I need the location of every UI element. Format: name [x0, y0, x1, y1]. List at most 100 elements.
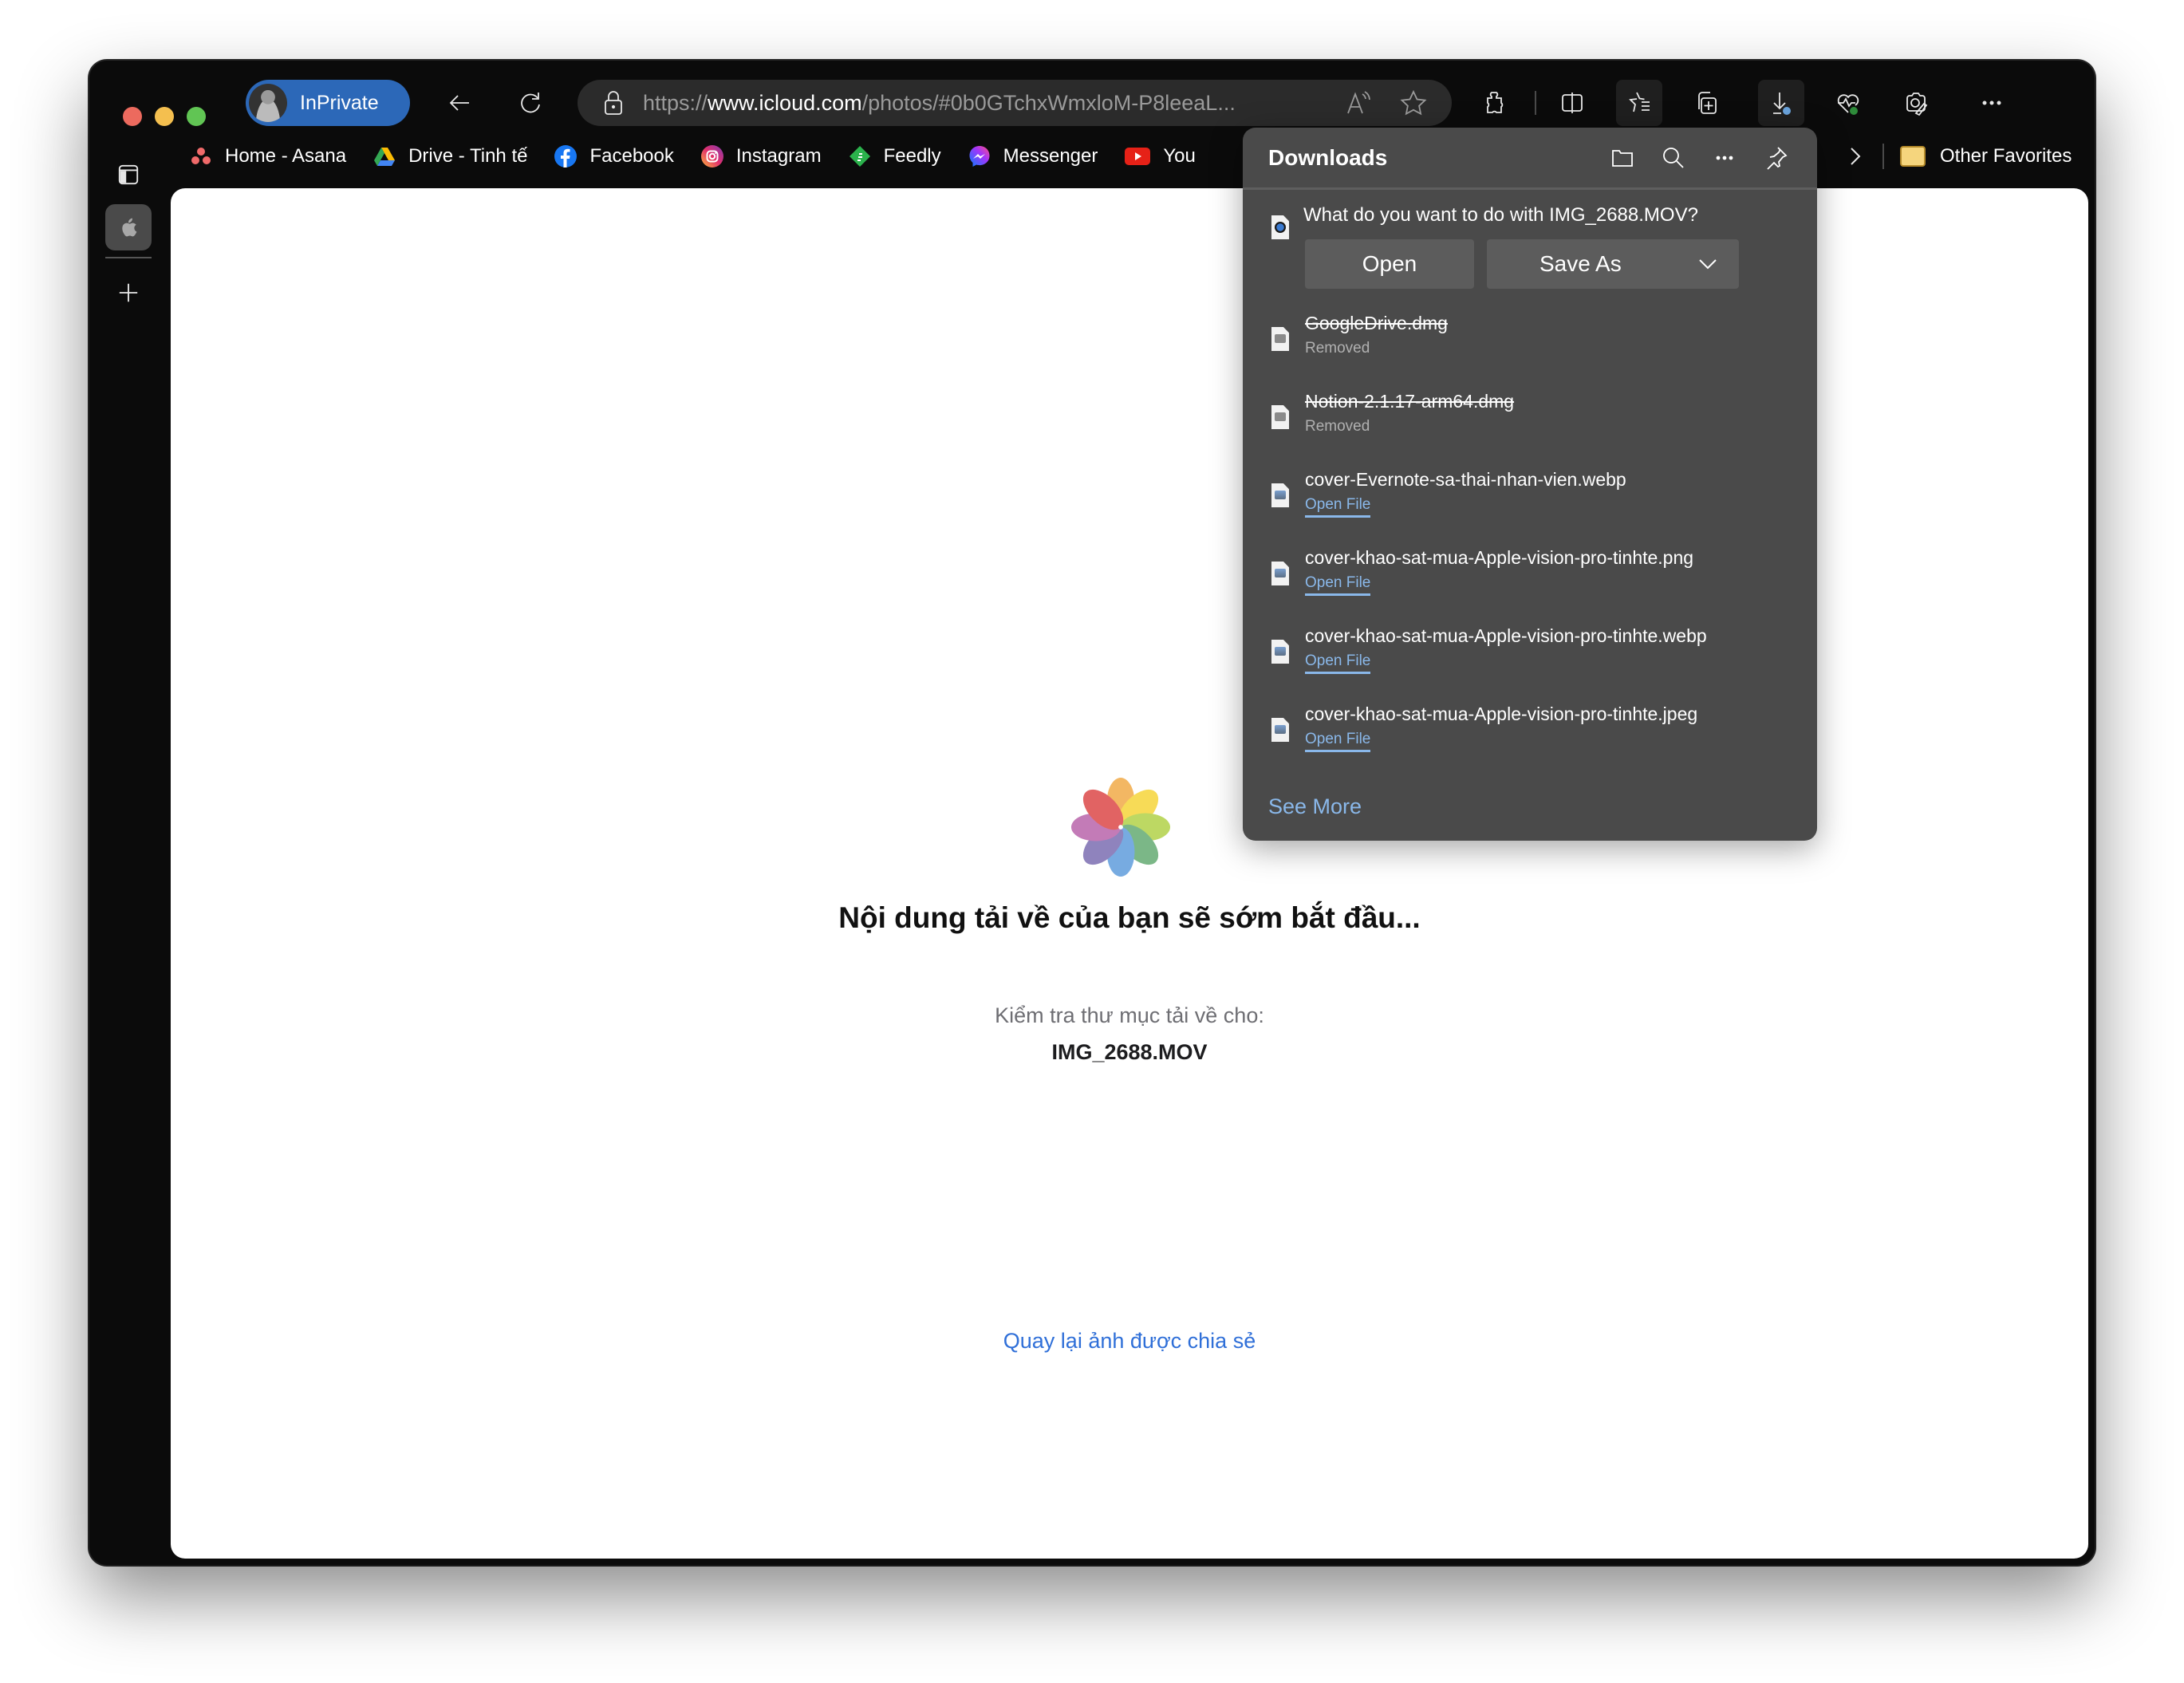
save-as-label: Save As: [1539, 251, 1622, 276]
inprivate-profile-button[interactable]: InPrivate: [246, 80, 410, 126]
back-button[interactable]: [437, 80, 483, 126]
address-bar[interactable]: https://www.icloud.com/photos/#0b0GTchxW…: [578, 80, 1452, 126]
edge-drop-button[interactable]: [1892, 80, 1938, 126]
other-favorites-folder[interactable]: Other Favorites: [1900, 137, 2072, 175]
lock-icon: [605, 91, 622, 115]
tab-actions-button[interactable]: [105, 152, 152, 198]
bookmark-label: Drive - Tinh tế: [408, 145, 528, 167]
open-button[interactable]: Open: [1305, 239, 1474, 289]
save-as-button[interactable]: Save As: [1487, 239, 1739, 289]
back-to-shared-photos-link[interactable]: Quay lại ảnh được chia sẻ: [171, 1329, 2088, 1354]
bookmark-label: Facebook: [589, 145, 674, 167]
mov-file-icon: [1271, 215, 1289, 239]
bookmark-label: Feedly: [883, 145, 941, 167]
extensions-button[interactable]: [1472, 80, 1519, 126]
read-aloud-icon[interactable]: [1345, 89, 1374, 116]
facebook-icon: [554, 145, 578, 168]
back-icon: [449, 95, 469, 111]
downloads-button[interactable]: [1758, 80, 1804, 126]
search-icon: [1663, 148, 1684, 168]
download-filename: GoogleDrive.dmg: [1305, 313, 1448, 333]
photos-app-icon: [1070, 777, 1171, 877]
image-file-icon: [1271, 718, 1289, 742]
zoom-window-button[interactable]: [187, 107, 206, 126]
back-link-label[interactable]: Quay lại ảnh được chia sẻ: [1003, 1329, 1256, 1353]
bookmark-facebook[interactable]: Facebook: [554, 145, 674, 168]
downloads-more-button[interactable]: [1709, 142, 1740, 174]
download-status: Removed: [1305, 418, 1370, 435]
download-filename: IMG_2688.MOV: [1051, 1040, 1208, 1064]
youtube-icon: [1125, 148, 1151, 165]
downloads-header: Downloads: [1243, 128, 1817, 190]
bookmarks-overflow-chevron-icon[interactable]: [1843, 144, 1867, 169]
chevron-down-icon[interactable]: [1697, 257, 1718, 271]
toolbar-divider: [1535, 91, 1536, 115]
bookmark-label: Home - Asana: [225, 145, 347, 167]
profile-avatar-icon: [249, 84, 287, 122]
check-folder-label: Kiểm tra thư mục tải về cho:: [995, 1003, 1264, 1027]
open-file-link[interactable]: Open File: [1305, 652, 1371, 674]
open-file-link[interactable]: Open File: [1305, 496, 1371, 518]
favorites-divider: [1882, 144, 1884, 169]
search-downloads-button[interactable]: [1658, 142, 1689, 174]
minimize-window-button[interactable]: [155, 107, 174, 126]
download-item[interactable]: cover-khao-sat-mua-Apple-vision-pro-tinh…: [1243, 547, 1817, 611]
sidebar-tab-icloud[interactable]: [105, 204, 152, 250]
open-downloads-folder-button[interactable]: [1606, 142, 1638, 174]
bookmark-asana[interactable]: Home - Asana: [190, 145, 346, 168]
favorites-icon: [1629, 92, 1650, 112]
bookmark-label: Instagram: [735, 145, 822, 167]
browser-essentials-icon: [1837, 94, 1859, 115]
favorite-star-icon[interactable]: [1399, 89, 1428, 116]
collections-icon: [1698, 92, 1717, 114]
dmg-file-icon: [1271, 327, 1289, 351]
bookmark-youtube[interactable]: You: [1125, 145, 1196, 168]
bookmark-label: You: [1163, 145, 1196, 167]
refresh-button[interactable]: [507, 80, 554, 126]
download-item[interactable]: cover-khao-sat-mua-Apple-vision-pro-tinh…: [1243, 704, 1817, 767]
extensions-icon: [1487, 92, 1504, 113]
favorites-button[interactable]: [1616, 80, 1662, 126]
refresh-icon: [521, 93, 540, 113]
open-file-link[interactable]: Open File: [1305, 731, 1371, 752]
browser-essentials-button[interactable]: [1825, 80, 1871, 126]
image-file-icon: [1271, 640, 1289, 664]
other-favorites-label: Other Favorites: [1940, 145, 2072, 167]
more-menu-button[interactable]: [1969, 80, 2015, 126]
bookmark-messenger[interactable]: Messenger: [968, 145, 1098, 168]
bookmark-instagram[interactable]: Instagram: [700, 145, 822, 168]
download-filename: cover-khao-sat-mua-Apple-vision-pro-tinh…: [1305, 704, 1698, 724]
download-item: GoogleDrive.dmg Removed: [1243, 313, 1817, 376]
bookmark-feedly[interactable]: Feedly: [849, 145, 941, 168]
new-tab-button[interactable]: [105, 270, 152, 316]
more-icon: [1716, 156, 1733, 160]
download-status: Removed: [1305, 340, 1370, 357]
download-item[interactable]: cover-Evernote-sa-thai-nhan-vien.webp Op…: [1243, 469, 1817, 533]
collections-button[interactable]: [1683, 80, 1729, 126]
google-drive-icon: [374, 148, 396, 166]
see-more-link[interactable]: See More: [1268, 794, 1362, 819]
close-window-button[interactable]: [123, 107, 142, 126]
pin-downloads-button[interactable]: [1760, 142, 1792, 174]
download-filename: cover-khao-sat-mua-Apple-vision-pro-tinh…: [1305, 625, 1707, 646]
inprivate-label: InPrivate: [300, 91, 379, 114]
dmg-file-icon: [1271, 405, 1289, 429]
open-file-link[interactable]: Open File: [1305, 574, 1371, 596]
edge-drop-icon: [1906, 93, 1928, 116]
bookmark-drive[interactable]: Drive - Tinh tế: [373, 145, 527, 168]
favorites-bar: Home - Asana Drive - Tinh tế Facebook In…: [190, 137, 1223, 175]
image-file-icon: [1271, 562, 1289, 585]
download-item: Notion-2.1.17-arm64.dmg Removed: [1243, 391, 1817, 455]
plus-icon: [119, 283, 138, 302]
tab-panel-icon: [118, 164, 139, 185]
sidebar-divider: [105, 257, 152, 258]
split-screen-button[interactable]: [1549, 80, 1595, 126]
download-filename: cover-khao-sat-mua-Apple-vision-pro-tinh…: [1305, 547, 1694, 568]
folder-icon: [1900, 146, 1926, 167]
folder-icon: [1612, 150, 1633, 167]
download-heading: Nội dung tải về của bạn sẽ sớm bắt đầu..…: [838, 901, 1421, 934]
apple-icon: [122, 218, 137, 237]
url-text[interactable]: https://www.icloud.com/photos/#0b0GTchxW…: [643, 91, 1236, 116]
downloads-icon: [1773, 93, 1791, 115]
download-item[interactable]: cover-khao-sat-mua-Apple-vision-pro-tinh…: [1243, 625, 1817, 689]
